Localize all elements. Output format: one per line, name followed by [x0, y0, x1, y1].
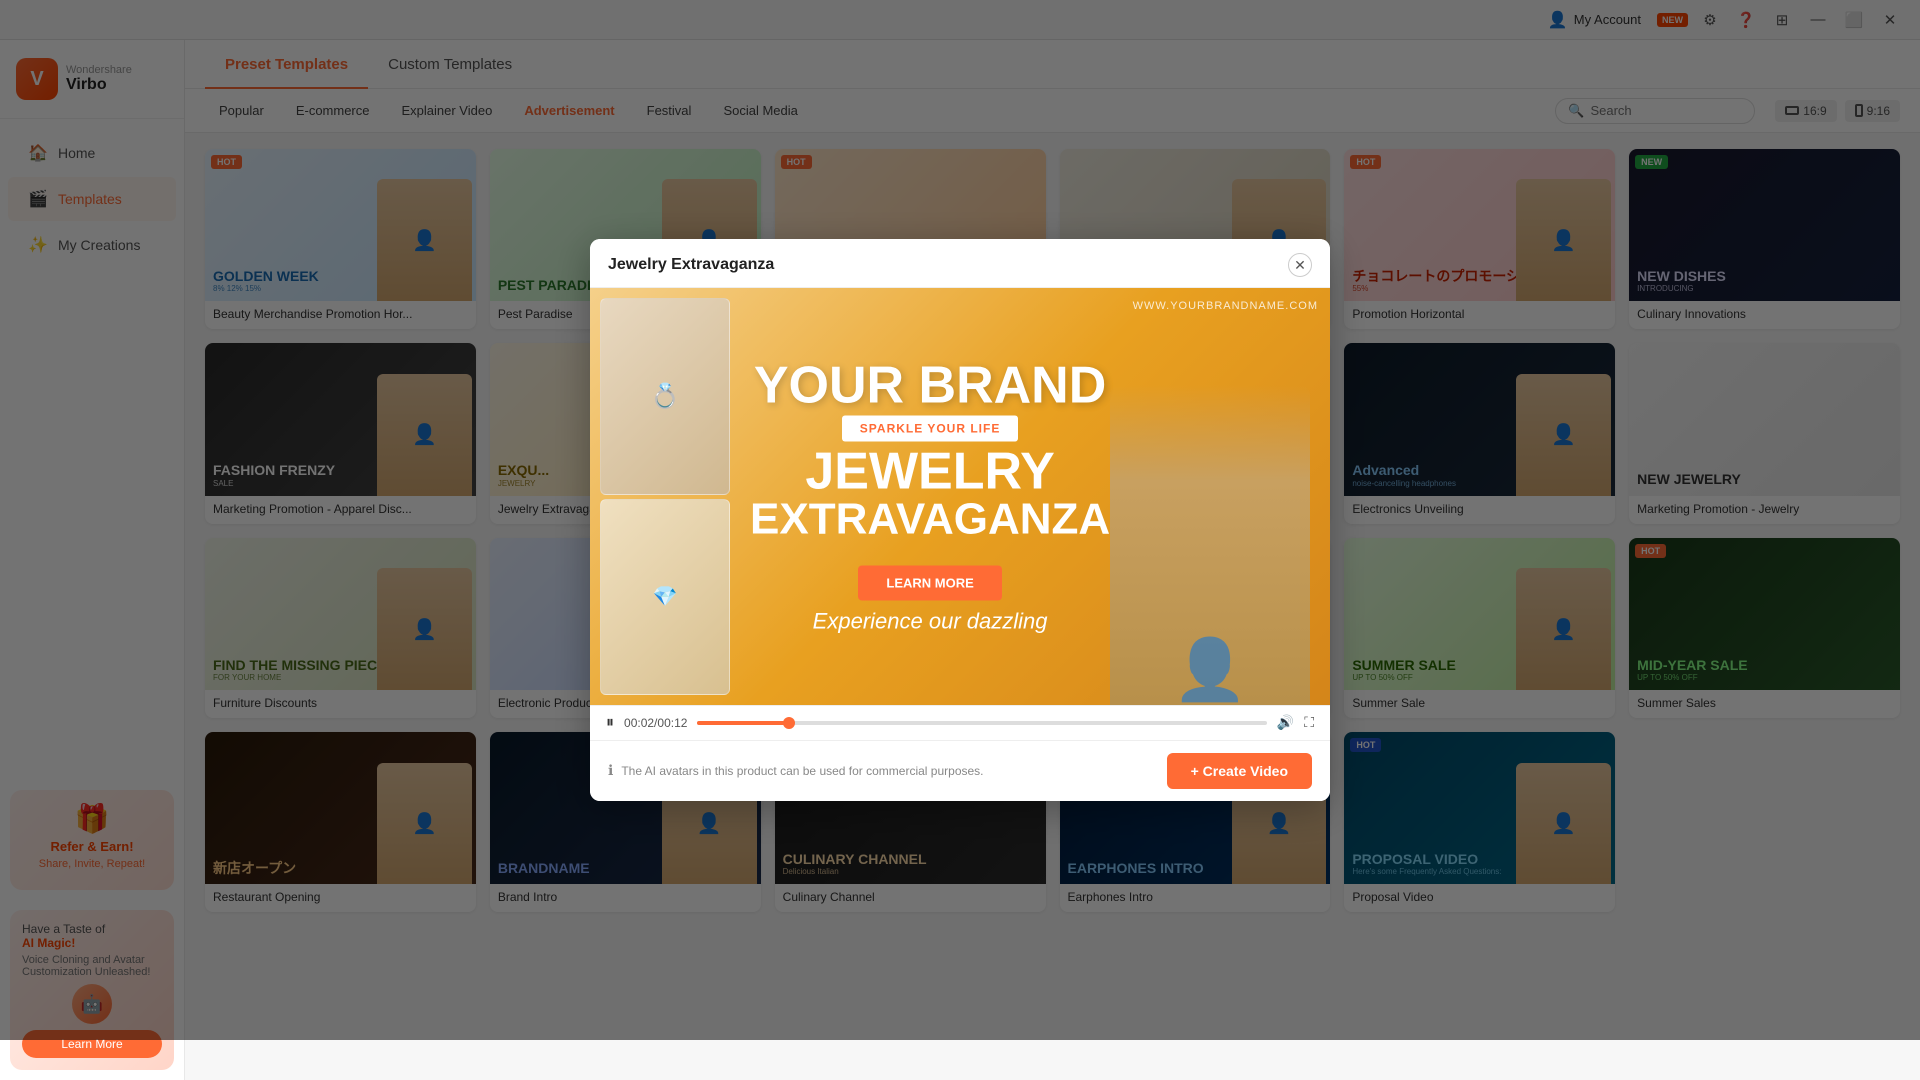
fullscreen-button[interactable]: ⛶	[1304, 714, 1314, 731]
video-avatar: 👤	[1110, 385, 1310, 705]
modal-header: Jewelry Extravaganza ✕	[590, 239, 1330, 288]
video-player: WWW.YOURBRANDNAME.COM 💍 💎 YOUR BRAND SPA…	[590, 288, 1330, 704]
play-pause-button[interactable]: ⏸	[606, 714, 614, 732]
volume-button[interactable]: 🔊	[1277, 714, 1294, 731]
jewelry-image-panels: 💍 💎	[590, 288, 740, 704]
modal-close-button[interactable]: ✕	[1288, 253, 1312, 277]
video-controls: ⏸ 00:02/00:12 🔊 ⛶	[590, 705, 1330, 740]
avatar-figure: 👤	[1173, 634, 1248, 705]
footer-info: ℹ The AI avatars in this product can be …	[608, 762, 984, 779]
video-jewelry-text: JEWELRY	[750, 445, 1110, 497]
create-video-button[interactable]: + Create Video	[1167, 753, 1312, 789]
modal-footer: ℹ The AI avatars in this product can be …	[590, 740, 1330, 801]
progress-dot	[783, 717, 795, 729]
video-main-text: YOUR BRAND SPARKLE YOUR LIFE JEWELRY EXT…	[750, 359, 1110, 634]
total-time: 00:12	[657, 716, 687, 730]
time-display: 00:02/00:12	[624, 716, 687, 730]
video-website: WWW.YOURBRANDNAME.COM	[1133, 300, 1318, 312]
current-time: 00:02	[624, 716, 654, 730]
video-learn-more-btn[interactable]: LEARN MORE	[858, 565, 1001, 600]
jewelry-img-2: 💎	[600, 499, 730, 695]
info-icon: ℹ	[608, 762, 613, 779]
progress-fill	[697, 721, 788, 725]
modal-overlay[interactable]: Jewelry Extravaganza ✕ WWW.YOURBRANDNAME…	[0, 0, 1920, 1040]
video-brand-text: YOUR BRAND	[750, 359, 1110, 411]
video-preview-modal: Jewelry Extravaganza ✕ WWW.YOURBRANDNAME…	[590, 239, 1330, 800]
video-experience-text: Experience our dazzling	[750, 608, 1110, 634]
footer-info-text: The AI avatars in this product can be us…	[621, 764, 983, 778]
video-extravaganza-text: EXTRAVAGANZA	[750, 497, 1110, 541]
modal-title: Jewelry Extravaganza	[608, 256, 774, 274]
progress-bar[interactable]	[697, 721, 1266, 725]
jewelry-img-1: 💍	[600, 298, 730, 494]
video-sparkle-badge: SPARKLE YOUR LIFE	[842, 415, 1019, 441]
